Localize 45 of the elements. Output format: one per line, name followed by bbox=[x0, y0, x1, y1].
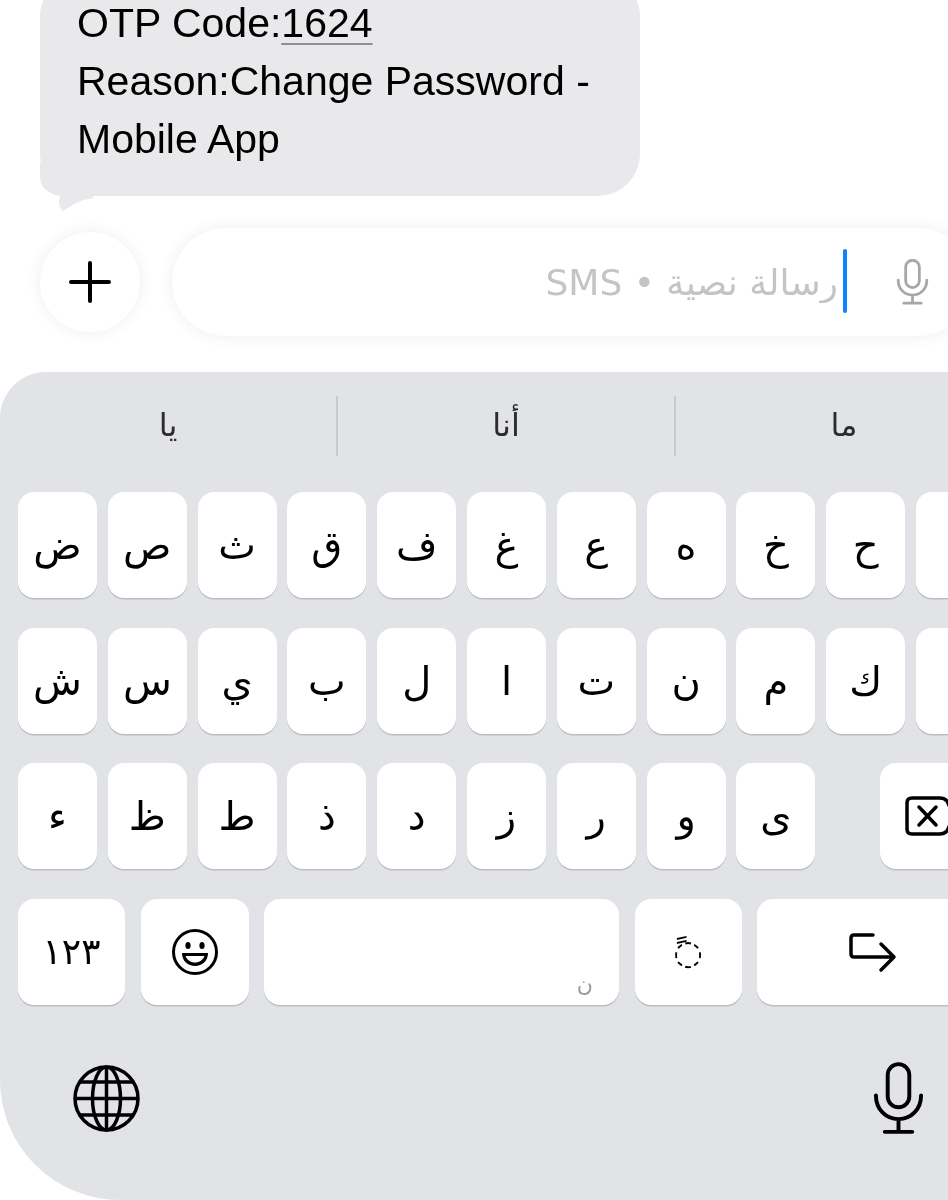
letter-key[interactable]: ص bbox=[107, 492, 187, 598]
letter-key[interactable]: ق bbox=[287, 492, 367, 598]
letter-key[interactable]: س bbox=[107, 627, 187, 734]
return-key[interactable] bbox=[757, 898, 948, 1005]
letter-key[interactable]: ب bbox=[287, 627, 367, 734]
letter-key[interactable]: ت bbox=[556, 627, 636, 734]
delete-icon bbox=[904, 795, 948, 837]
letter-key[interactable]: ش bbox=[18, 627, 97, 734]
plus-icon bbox=[69, 261, 111, 303]
letter-key[interactable]: ي bbox=[197, 627, 277, 734]
letter-key[interactable]: ض bbox=[18, 492, 97, 598]
return-arrow-icon bbox=[848, 930, 898, 973]
letter-key[interactable]: خ bbox=[736, 492, 816, 598]
suggestion[interactable]: يا bbox=[158, 405, 178, 447]
diacritic-key[interactable]: ◌ً bbox=[634, 898, 742, 1005]
microphone-icon[interactable] bbox=[872, 1061, 925, 1135]
letter-key[interactable]: م bbox=[736, 627, 816, 734]
globe-icon[interactable] bbox=[73, 1064, 140, 1132]
space-hint: ن bbox=[576, 972, 593, 995]
code-link[interactable]: 1624 bbox=[281, 0, 373, 46]
letter-key[interactable]: ن bbox=[646, 627, 726, 734]
letter-key[interactable]: ا bbox=[467, 627, 546, 734]
suggestion[interactable]: ما bbox=[830, 405, 858, 447]
letter-key[interactable]: ه bbox=[646, 492, 726, 598]
letter-key[interactable]: ل bbox=[377, 627, 457, 734]
smiley-icon bbox=[170, 927, 219, 976]
letter-key[interactable]: ر bbox=[556, 763, 636, 869]
letter-key[interactable]: غ bbox=[467, 492, 546, 598]
letter-key[interactable]: ء bbox=[18, 763, 97, 869]
emoji-key[interactable] bbox=[140, 898, 249, 1005]
letter-key[interactable]: ز bbox=[467, 763, 546, 869]
suggestion[interactable]: أنا bbox=[492, 405, 520, 447]
letter-key[interactable]: ذ bbox=[287, 763, 367, 869]
letter-key[interactable]: ك bbox=[826, 627, 906, 734]
letter-key[interactable]: ث bbox=[197, 492, 277, 598]
numbers-key[interactable]: ١٢٣ bbox=[18, 898, 125, 1005]
letter-key[interactable]: ظ bbox=[107, 763, 187, 869]
letter-key[interactable]: ع bbox=[556, 492, 636, 598]
letter-key[interactable]: ف bbox=[377, 492, 457, 598]
letter-key[interactable]: ح bbox=[826, 492, 906, 598]
letter-key[interactable]: ط bbox=[197, 763, 277, 869]
letter-key[interactable]: و bbox=[646, 763, 726, 869]
message-text: OTP Code:1624 Reason:Change Password - Mobile App bbox=[77, 0, 591, 164]
letter-key[interactable]: ى bbox=[736, 763, 816, 869]
letter-key[interactable]: د bbox=[377, 763, 457, 869]
